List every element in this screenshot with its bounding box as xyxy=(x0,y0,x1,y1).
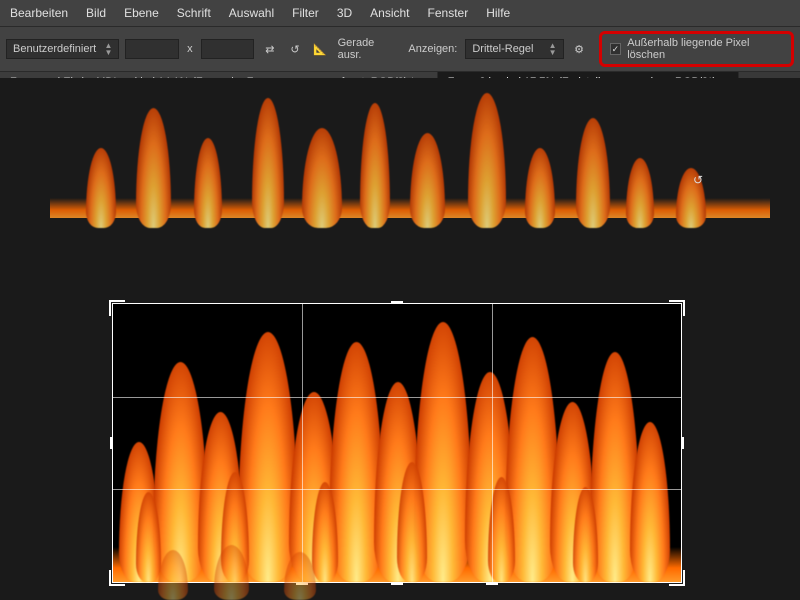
dimension-separator: x xyxy=(185,43,195,55)
menu-help[interactable]: Hilfe xyxy=(486,6,510,20)
menu-bar: Bearbeiten Bild Ebene Schrift Auswahl Fi… xyxy=(0,0,800,26)
menu-image[interactable]: Bild xyxy=(86,6,106,20)
crop-grid-line xyxy=(113,397,681,398)
crop-preset-dropdown[interactable]: Benutzerdefiniert ▲▼ xyxy=(6,39,119,59)
crop-handle-left[interactable] xyxy=(110,437,113,449)
dropdown-arrows-icon: ▲▼ xyxy=(549,42,557,56)
check-icon: ✓ xyxy=(612,44,620,55)
crop-handle-right[interactable] xyxy=(681,437,684,449)
dropdown-arrows-icon: ▲▼ xyxy=(105,42,113,56)
crop-handle-bl[interactable] xyxy=(109,570,125,586)
background-fire xyxy=(50,78,770,228)
straighten-icon[interactable]: 📐 xyxy=(310,39,329,59)
overlay-dropdown[interactable]: Drittel-Regel ▲▼ xyxy=(465,39,563,59)
overlay-dropdown-label: Drittel-Regel xyxy=(472,43,533,55)
delete-pixels-highlight: ✓ Außerhalb liegende Pixel löschen xyxy=(599,31,794,67)
crop-handle-br[interactable] xyxy=(669,570,685,586)
menu-filter[interactable]: Filter xyxy=(292,6,319,20)
menu-type[interactable]: Schrift xyxy=(177,6,211,20)
crop-width-field[interactable] xyxy=(125,39,179,59)
straighten-label: Gerade ausr. xyxy=(336,37,401,61)
crop-handle-top[interactable] xyxy=(391,301,403,304)
crop-settings-icon[interactable]: ⚙ xyxy=(570,39,589,59)
options-bar: Benutzerdefiniert ▲▼ x ⇄ ↺ 📐 Gerade ausr… xyxy=(0,26,800,72)
menu-layer[interactable]: Ebene xyxy=(124,6,159,20)
crop-handle-tl[interactable] xyxy=(109,300,125,316)
canvas[interactable]: ↺ xyxy=(0,78,800,600)
rotate-cursor-icon: ↺ xyxy=(693,173,703,187)
crop-handle[interactable] xyxy=(486,582,498,585)
menu-3d[interactable]: 3D xyxy=(337,6,352,20)
crop-height-field[interactable] xyxy=(201,39,255,59)
delete-pixels-checkbox[interactable]: ✓ xyxy=(610,43,622,55)
delete-pixels-label: Außerhalb liegende Pixel löschen xyxy=(627,37,783,61)
menu-view[interactable]: Ansicht xyxy=(370,6,409,20)
background-fire-bottom xyxy=(130,540,410,600)
menu-select[interactable]: Auswahl xyxy=(229,6,274,20)
crop-grid-line xyxy=(492,304,493,582)
crop-grid-line xyxy=(113,489,681,490)
menu-edit[interactable]: Bearbeiten xyxy=(10,6,68,20)
swap-dimensions-icon[interactable]: ⇄ xyxy=(260,39,279,59)
reset-icon[interactable]: ↺ xyxy=(285,39,304,59)
view-label: Anzeigen: xyxy=(406,43,459,55)
crop-preset-label: Benutzerdefiniert xyxy=(13,43,96,55)
menu-window[interactable]: Fenster xyxy=(428,6,469,20)
crop-handle-tr[interactable] xyxy=(669,300,685,316)
